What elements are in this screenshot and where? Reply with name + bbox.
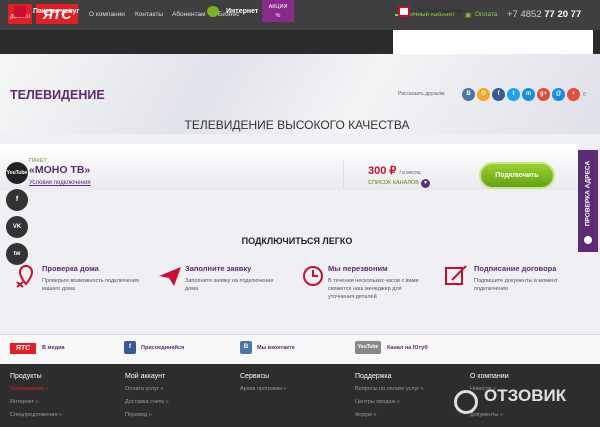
media-label[interactable]: В медиа <box>42 345 65 351</box>
twitter-icon[interactable]: tw <box>6 243 28 265</box>
tv-icon <box>398 6 410 17</box>
step-check-title: Проверка дома <box>42 264 99 273</box>
footer-link-forum[interactable]: Форум » <box>355 412 376 418</box>
footer-services-heading: Сервисы <box>240 373 270 380</box>
fb-join-label[interactable]: Присоединяйся <box>141 345 184 351</box>
footer-link-delivery[interactable]: Доставка счета » <box>125 399 169 405</box>
price-period: / в месяц <box>399 170 421 176</box>
youtube-icon[interactable]: YouTube <box>6 162 28 184</box>
phone-clock-icon <box>303 266 323 286</box>
watermark-text: ОТЗОВИК <box>484 386 567 405</box>
step-check-desc: Проверьте возможность подключения вашего… <box>42 278 139 292</box>
step-contract-desc: Подпишите документы в момент подключения <box>474 278 558 292</box>
mail-share-icon[interactable]: @ <box>552 88 565 101</box>
easy-title: ПОДКЛЮЧИТЬСЯ ЛЕГКО <box>241 236 353 246</box>
gplus-share-icon[interactable]: g+ <box>537 88 550 101</box>
footer-link-internet[interactable]: Интернет » <box>10 399 39 405</box>
ok-share-icon[interactable]: О <box>477 88 490 101</box>
vk-label[interactable]: Мы вконтакте <box>257 345 295 351</box>
divider <box>343 160 344 188</box>
tab-internet-label: Интернет <box>226 8 259 15</box>
tab-tv-label: Телевидение <box>417 8 463 15</box>
share-count: 0 <box>583 92 586 98</box>
page-title: ТЕЛЕВИДЕНИЕ <box>10 88 105 102</box>
watermark-icon <box>454 390 478 414</box>
footer-products-heading: Продукты <box>10 373 42 380</box>
yts-footer-logo[interactable]: ЯТС <box>10 343 36 354</box>
footer-link-transfer[interactable]: Перевод » <box>125 412 152 418</box>
facebook-footer-icon[interactable]: f <box>124 341 136 354</box>
tab-tv[interactable]: Телевидение <box>398 0 578 24</box>
youtube-footer-icon[interactable]: YouTube <box>355 341 381 354</box>
vk-share-icon[interactable]: В <box>462 88 475 101</box>
footer-link-payment[interactable]: Оплата услуг » <box>125 386 163 392</box>
twitter-share-icon[interactable]: t <box>507 88 520 101</box>
more-share-icon[interactable]: + <box>567 88 580 101</box>
signature-icon <box>445 265 467 285</box>
tab-tv-active-bg <box>393 30 593 54</box>
connect-button[interactable]: Подключить <box>481 164 553 187</box>
footer-account-heading: Мой аккаунт <box>125 373 166 380</box>
step-request-title: Заполните заявку <box>185 264 252 273</box>
vk-footer-icon[interactable]: В <box>240 341 252 354</box>
facebook-share-icon[interactable]: f <box>492 88 505 101</box>
footer-link-archive[interactable]: Архив программ » <box>240 386 286 392</box>
step-callback-desc: В течении нескольких часов с вами свяжет… <box>328 278 419 300</box>
footer-link-payment-questions[interactable]: Вопросы по оплате услуг » <box>355 386 424 392</box>
price: 300 ₽ / в месяц <box>368 164 421 177</box>
tab-packages-label: Пакеты услуг <box>33 8 80 15</box>
vk-icon[interactable]: VK <box>6 216 28 238</box>
step-request-desc: Заполните заявку на подключение дома <box>185 278 274 292</box>
address-check-label: ПРОВЕРКА АДРЕСА <box>584 160 592 227</box>
channels-link[interactable]: СПИСОК КАНАЛОВ <box>368 180 419 186</box>
tab-packages[interactable]: Пакеты услуг <box>14 0 194 24</box>
footer-support-heading: Поддержка <box>355 373 392 380</box>
step-contract-title: Подписание договора <box>474 264 557 273</box>
paper-plane-icon <box>159 267 181 286</box>
footer-link-sales-centers[interactable]: Центры продаж » <box>355 399 400 405</box>
social-strip <box>0 334 600 364</box>
headline: ТЕЛЕВИДЕНИЕ ВЫСОКОГО КАЧЕСТВА <box>184 118 410 132</box>
step-callback-title: Мы перезвоним <box>328 264 388 273</box>
tab-internet[interactable]: Интернет <box>207 0 387 24</box>
price-value: 300 ₽ <box>368 165 397 177</box>
footer-link-documents[interactable]: Документы » <box>470 412 503 418</box>
mymail-share-icon[interactable]: m <box>522 88 535 101</box>
bag-icon <box>14 6 26 17</box>
facebook-icon[interactable]: f <box>6 189 28 211</box>
conditions-link[interactable]: Условия подключения <box>29 180 91 186</box>
map-pin-icon <box>16 264 34 288</box>
youtube-label[interactable]: Канал на Ютуб <box>387 345 428 351</box>
footer-link-tv[interactable]: Телевидение » <box>10 386 48 392</box>
globe-icon <box>207 6 219 17</box>
share-label: Рассказать друзьям <box>398 91 445 97</box>
chevron-down-icon[interactable]: ▾ <box>421 179 430 188</box>
package-name: «МОНО ТВ» <box>29 164 91 176</box>
footer-company-heading: О компании <box>470 373 509 380</box>
footer-link-special[interactable]: Спецпредложения » <box>10 412 62 418</box>
